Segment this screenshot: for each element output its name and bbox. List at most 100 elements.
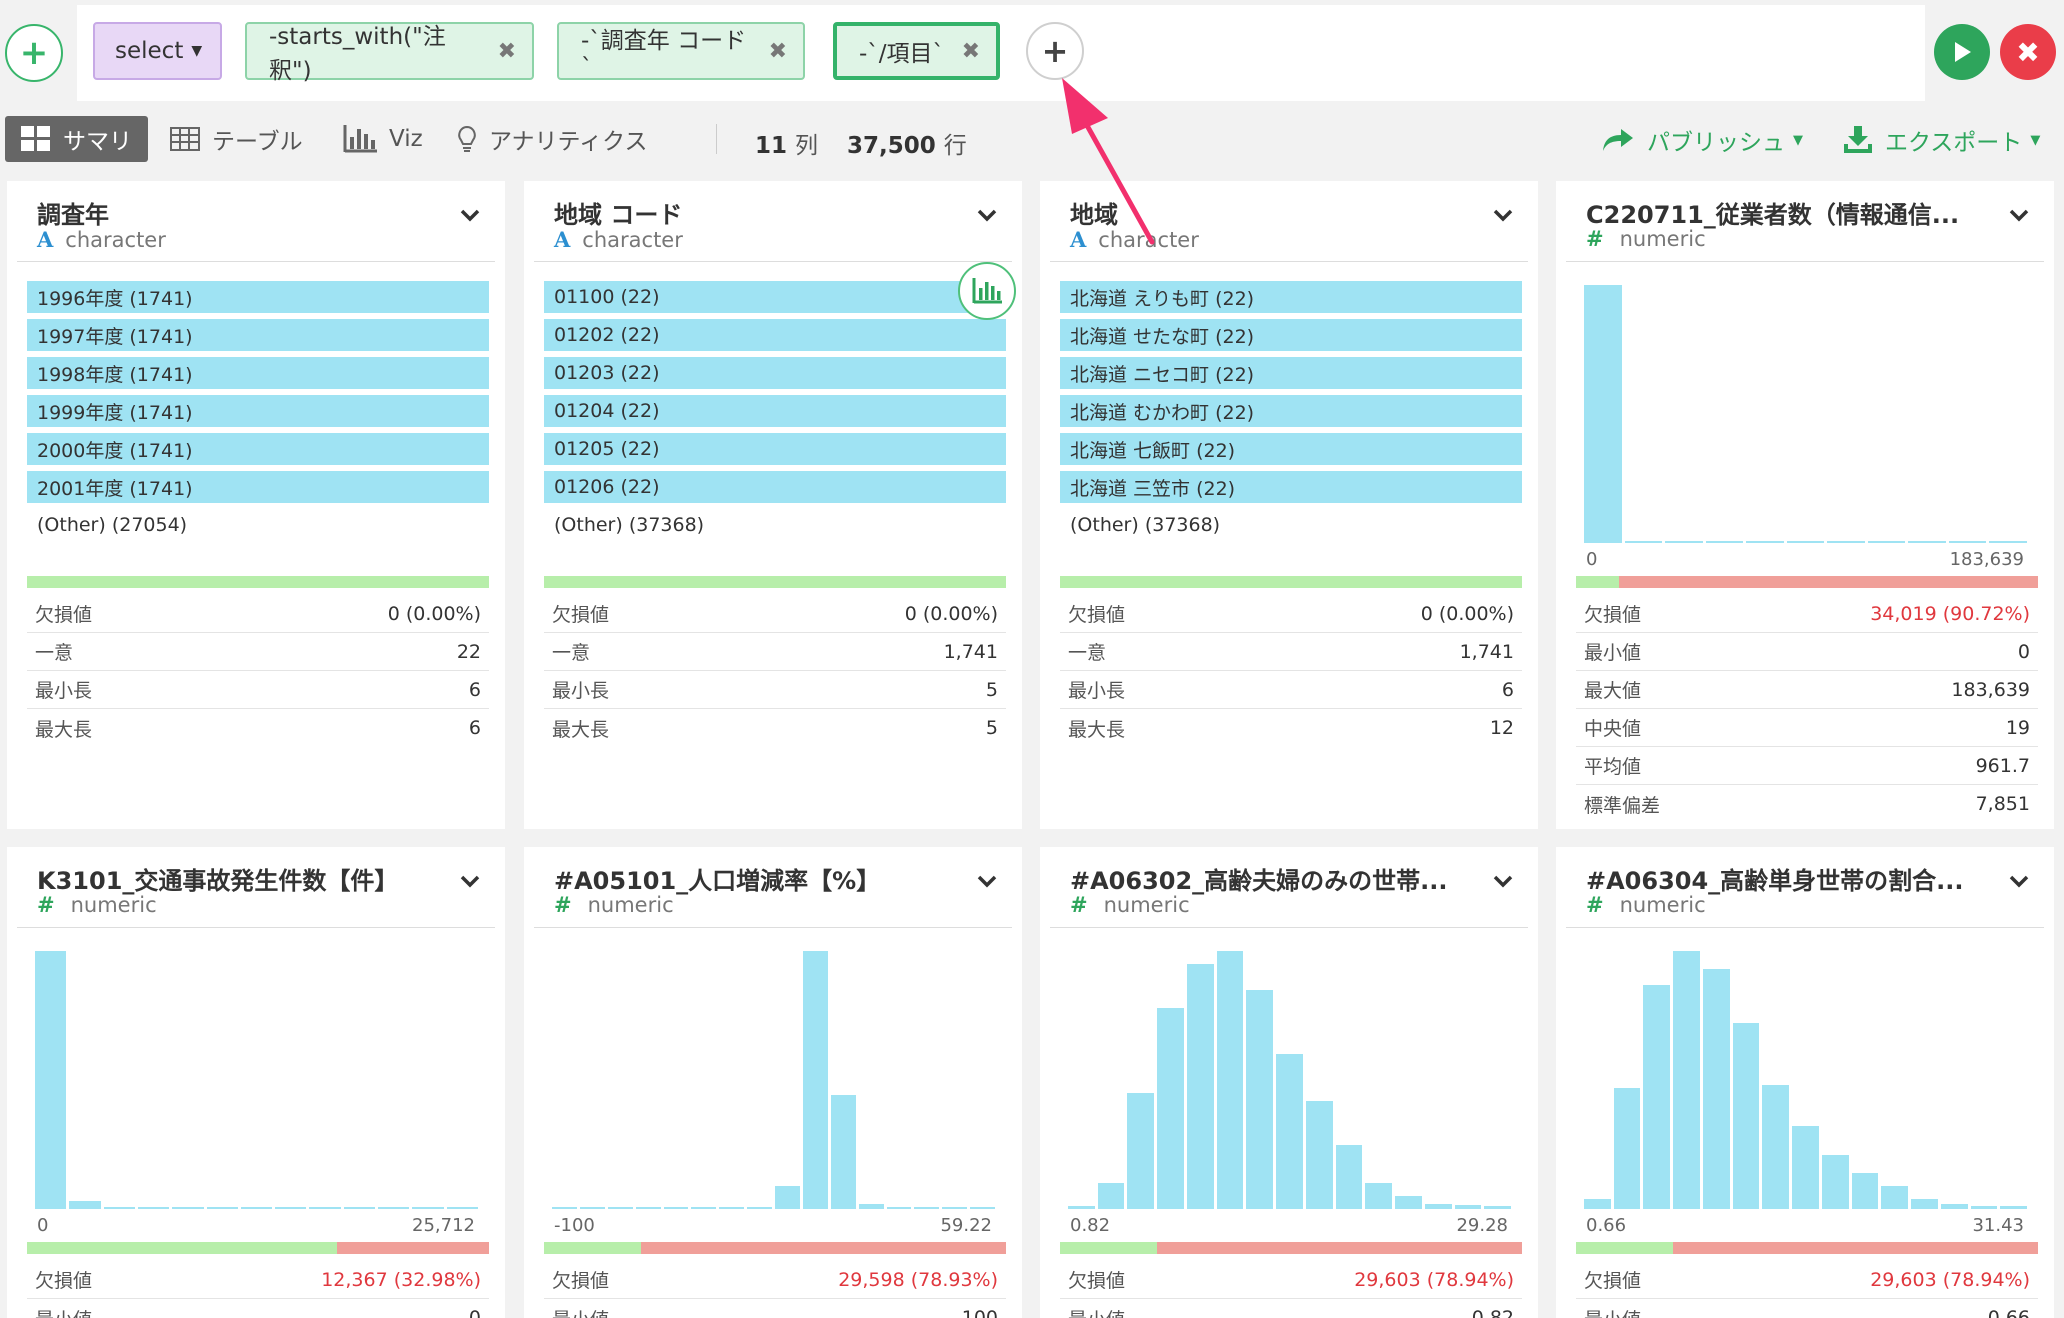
histogram-bar[interactable] — [1821, 1154, 1849, 1209]
histogram-bar[interactable] — [1624, 540, 1663, 543]
histogram-bar[interactable] — [1908, 540, 1946, 543]
histogram-bar[interactable] — [446, 1206, 478, 1209]
histogram-bar[interactable] — [747, 1207, 772, 1209]
histogram-bar[interactable] — [886, 1207, 912, 1209]
chevron-down-icon[interactable] — [2008, 871, 2030, 893]
histogram-bar[interactable] — [1454, 1205, 1482, 1209]
card-header[interactable]: 地域 A character — [1040, 181, 1538, 261]
tab-analytics[interactable]: アナリティクス — [457, 116, 647, 162]
chevron-down-icon[interactable] — [1492, 205, 1514, 227]
histogram-bar[interactable] — [1584, 1198, 1611, 1209]
top-value-bar[interactable]: 01100 (22) — [544, 281, 1006, 313]
card-header[interactable]: #A06302_高齢夫婦のみの世帯... # numeric — [1040, 847, 1538, 927]
top-value-bar[interactable]: 北海道 七飯町 (22) — [1060, 433, 1522, 465]
histogram-bar[interactable] — [1948, 540, 1987, 543]
top-value-bar[interactable]: 1998年度 (1741) — [27, 357, 489, 389]
histogram-bar[interactable] — [1305, 1100, 1333, 1209]
histogram-bar[interactable] — [1186, 963, 1214, 1209]
histogram-bar[interactable] — [1613, 1087, 1641, 1209]
histogram[interactable] — [1060, 947, 1522, 1209]
top-value-bar[interactable]: 1997年度 (1741) — [27, 319, 489, 351]
top-value-bar[interactable]: 北海道 えりも町 (22) — [1060, 281, 1522, 313]
tab-table[interactable]: テーブル — [170, 116, 303, 162]
chevron-down-icon[interactable] — [459, 871, 481, 893]
card-header[interactable]: K3101_交通事故発生件数【件】 # numeric — [7, 847, 505, 927]
histogram-bar[interactable] — [635, 1207, 661, 1209]
top-value-bar[interactable]: 01202 (22) — [544, 319, 1006, 351]
tab-summary[interactable]: サマリ — [5, 116, 148, 162]
top-value-bar[interactable]: 1999年度 (1741) — [27, 395, 489, 427]
histogram-bar[interactable] — [1970, 1206, 1998, 1209]
histogram-bar[interactable] — [1584, 285, 1622, 543]
histogram-bar[interactable] — [378, 1206, 410, 1209]
histogram-bar[interactable] — [1643, 984, 1671, 1209]
histogram-bar[interactable] — [914, 1207, 940, 1209]
histogram-bar[interactable] — [802, 951, 828, 1209]
histogram-bar[interactable] — [1792, 1126, 1819, 1209]
histogram-bar[interactable] — [1867, 540, 1906, 543]
top-value-bar[interactable]: 北海道 むかわ町 (22) — [1060, 395, 1522, 427]
card-header[interactable]: C220711_従業者数（情報通信... # numeric — [1556, 181, 2054, 261]
histogram[interactable] — [544, 947, 1006, 1209]
chevron-down-icon[interactable] — [976, 871, 998, 893]
histogram-bar[interactable] — [172, 1206, 204, 1209]
chevron-down-icon[interactable] — [459, 205, 481, 227]
top-value-bar[interactable]: 01204 (22) — [544, 395, 1006, 427]
histogram-bar[interactable] — [1827, 540, 1865, 543]
histogram-bar[interactable] — [309, 1206, 341, 1209]
histogram-bar[interactable] — [1127, 1092, 1155, 1209]
remove-argument-icon[interactable]: ✖ — [769, 39, 787, 64]
histogram-bar[interactable] — [552, 1207, 577, 1209]
histogram-bar[interactable] — [830, 1095, 856, 1209]
histogram-bar[interactable] — [343, 1206, 376, 1209]
card-header[interactable]: #A05101_人口増減率【%】 # numeric — [524, 847, 1022, 927]
chart-view-button[interactable] — [958, 262, 1016, 320]
export-button[interactable]: エクスポート ▼ — [1843, 120, 2040, 160]
command-select-dropdown[interactable]: select ▼ — [93, 22, 222, 80]
histogram-bar[interactable] — [2000, 1206, 2027, 1209]
cancel-button[interactable]: ✖ — [2000, 24, 2056, 80]
histogram-bar[interactable] — [1246, 989, 1274, 1209]
histogram-bar[interactable] — [607, 1207, 633, 1209]
chevron-down-icon[interactable] — [976, 205, 998, 227]
histogram-bar[interactable] — [691, 1207, 717, 1209]
histogram-bar[interactable] — [942, 1207, 968, 1209]
histogram-bar[interactable] — [1732, 1023, 1760, 1209]
histogram-bar[interactable] — [240, 1206, 273, 1209]
top-value-bar[interactable]: 北海道 三笠市 (22) — [1060, 471, 1522, 503]
argument-chip[interactable]: -starts_with("注釈") ✖ — [245, 22, 534, 84]
argument-chip-active[interactable]: -`/項目` ✖ — [833, 22, 1000, 80]
histogram-bar[interactable] — [1484, 1206, 1511, 1209]
histogram-bar[interactable] — [1911, 1198, 1938, 1209]
histogram-bar[interactable] — [1424, 1203, 1452, 1209]
top-value-bar[interactable]: 1996年度 (1741) — [27, 281, 489, 313]
top-value-bar[interactable]: 01203 (22) — [544, 357, 1006, 389]
histogram-bar[interactable] — [719, 1207, 745, 1209]
histogram-bar[interactable] — [1705, 540, 1744, 543]
histogram[interactable] — [1576, 281, 2038, 543]
histogram-bar[interactable] — [1786, 540, 1825, 543]
histogram-bar[interactable] — [1068, 1206, 1095, 1209]
histogram-bar[interactable] — [1097, 1183, 1125, 1209]
chevron-down-icon[interactable] — [2008, 205, 2030, 227]
histogram-bar[interactable] — [69, 1201, 101, 1209]
top-value-bar[interactable]: 北海道 ニセコ町 (22) — [1060, 357, 1522, 389]
histogram-bar[interactable] — [275, 1206, 307, 1209]
histogram-bar[interactable] — [1851, 1172, 1879, 1209]
histogram-bar[interactable] — [663, 1207, 689, 1209]
histogram-bar[interactable] — [1881, 1185, 1909, 1209]
histogram[interactable] — [27, 947, 489, 1209]
histogram-bar[interactable] — [1989, 540, 2027, 543]
histogram-bar[interactable] — [579, 1207, 605, 1209]
histogram[interactable] — [1576, 947, 2038, 1209]
histogram-bar[interactable] — [970, 1207, 995, 1209]
top-value-bar[interactable]: 01205 (22) — [544, 433, 1006, 465]
histogram-bar[interactable] — [1746, 540, 1784, 543]
histogram-bar[interactable] — [1762, 1085, 1790, 1209]
histogram-bar[interactable] — [1940, 1203, 1968, 1209]
top-value-bar[interactable]: 2000年度 (1741) — [27, 433, 489, 465]
histogram-bar[interactable] — [412, 1206, 444, 1209]
top-value-bar[interactable]: 2001年度 (1741) — [27, 471, 489, 503]
histogram-bar[interactable] — [137, 1206, 170, 1209]
histogram-bar[interactable] — [1673, 951, 1700, 1209]
